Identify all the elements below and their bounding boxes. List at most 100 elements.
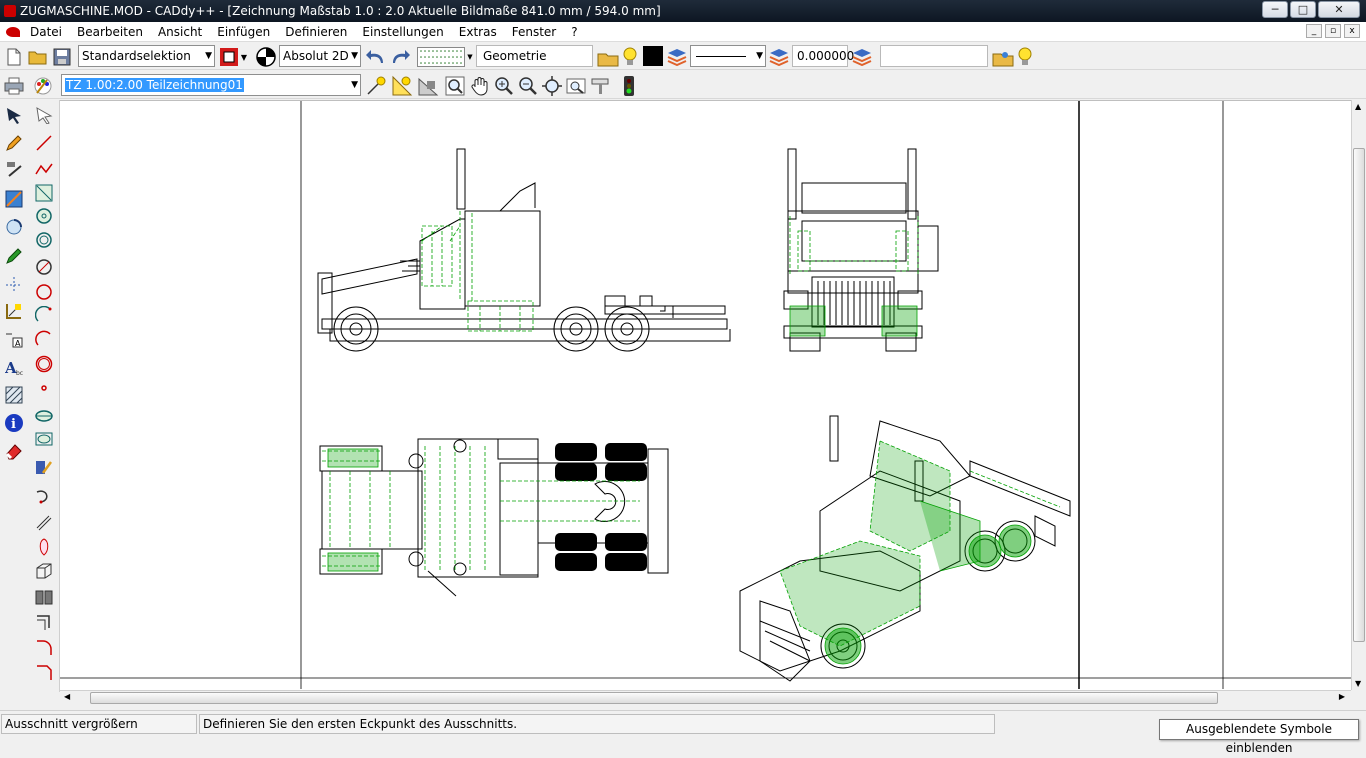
box-3d-icon[interactable] [33, 560, 55, 582]
arc-three-points-icon[interactable] [33, 328, 55, 350]
menu-extras[interactable]: Extras [459, 25, 497, 39]
eraser-icon[interactable] [3, 440, 25, 462]
select-arrow-icon[interactable] [3, 104, 25, 126]
layer-stack-icon[interactable] [851, 46, 873, 68]
selection-mode-value: Standardselektion [82, 49, 191, 63]
book-icon[interactable] [33, 586, 55, 608]
edit-pen-icon[interactable] [3, 245, 25, 267]
circle-three-points-icon[interactable] [33, 281, 55, 303]
snap-tool-icon[interactable] [365, 75, 387, 97]
menu-bearbeiten[interactable]: Bearbeiten [77, 25, 143, 39]
scroll-right-arrow-icon[interactable]: ▶ [1339, 692, 1345, 701]
chevron-down-icon[interactable]: ▼ [466, 46, 474, 68]
circle-red-icon[interactable] [33, 353, 55, 375]
pencil-icon[interactable] [3, 132, 25, 154]
measure-icon[interactable] [391, 75, 413, 97]
maximize-button[interactable]: □ [1290, 1, 1316, 18]
printer-icon[interactable] [3, 75, 25, 97]
selection-mode-select[interactable]: Standardselektion ▼ [78, 45, 215, 67]
shape-outline-icon[interactable] [33, 536, 55, 558]
grid-icon[interactable] [416, 46, 466, 68]
traffic-light-icon[interactable] [618, 75, 640, 97]
pan-hand-icon[interactable] [469, 75, 491, 97]
vertical-scroll-thumb[interactable] [1353, 148, 1365, 642]
circle-center-icon[interactable] [33, 205, 55, 227]
curve-icon[interactable] [33, 486, 55, 508]
menu-ansicht[interactable]: Ansicht [158, 25, 202, 39]
pointer-outline-icon[interactable] [33, 104, 55, 126]
circle-diameter-icon[interactable] [33, 256, 55, 278]
text-tool-icon[interactable]: Abc [3, 356, 25, 378]
parallel-lines-icon[interactable] [33, 512, 55, 534]
svg-text:bc: bc [16, 370, 23, 376]
ellipse-frame-icon[interactable] [33, 428, 55, 450]
selection-tool-icon[interactable] [218, 46, 240, 68]
modify-tools-icon[interactable] [3, 158, 25, 180]
concentric-circle-icon[interactable] [33, 229, 55, 251]
zoom-extents-icon[interactable] [541, 75, 563, 97]
drawing-canvas[interactable] [60, 100, 1351, 690]
redo-icon[interactable] [389, 46, 411, 68]
minimize-button[interactable]: ─ [1262, 1, 1288, 18]
text-frame-icon[interactable]: A [3, 328, 25, 350]
undo-icon[interactable] [365, 46, 387, 68]
hatch-icon[interactable] [3, 384, 25, 406]
menu-help[interactable]: ? [571, 25, 577, 39]
doc-restore-button[interactable]: ▫ [1325, 24, 1341, 38]
line-icon[interactable] [33, 132, 55, 154]
scroll-down-arrow-icon[interactable]: ▼ [1355, 679, 1361, 688]
horizontal-scrollbar[interactable]: ◀ ▶ [60, 690, 1351, 705]
scroll-up-arrow-icon[interactable]: ▲ [1355, 102, 1361, 111]
chevron-down-icon[interactable]: ▼ [238, 46, 250, 68]
coordinate-system-icon[interactable] [255, 46, 277, 68]
layer-stack-icon[interactable] [768, 46, 790, 68]
point-icon[interactable] [33, 377, 55, 399]
ellipse-icon[interactable] [33, 404, 55, 426]
zoom-in-icon[interactable] [493, 75, 515, 97]
menu-einfuegen[interactable]: Einfügen [217, 25, 270, 39]
group-manager-icon[interactable] [990, 46, 1036, 68]
menu-definieren[interactable]: Definieren [285, 25, 347, 39]
table-tool-icon[interactable] [417, 75, 439, 97]
polyline-icon[interactable] [33, 158, 55, 180]
color-swatch[interactable] [643, 46, 663, 66]
menu-datei[interactable]: Datei [30, 25, 62, 39]
doc-close-button[interactable]: x [1344, 24, 1360, 38]
chamfer-icon[interactable] [33, 662, 55, 684]
rectangle-icon[interactable] [33, 182, 55, 204]
menu-einstellungen[interactable]: Einstellungen [362, 25, 443, 39]
open-folder-icon[interactable] [27, 46, 49, 68]
document-menu-icon[interactable] [6, 27, 20, 37]
zoom-window-icon[interactable] [444, 75, 466, 97]
redraw-icon[interactable] [590, 75, 612, 97]
layer-name-field[interactable]: Geometrie [476, 45, 593, 67]
fillet-icon[interactable] [33, 637, 55, 659]
measure-tools-icon[interactable] [3, 300, 25, 322]
layer-manager-icon[interactable] [595, 46, 641, 68]
rotate-icon[interactable] [3, 216, 25, 238]
dimension-icon[interactable] [3, 274, 25, 296]
rectangle-tool-icon[interactable] [3, 188, 25, 210]
layer-stack-icon[interactable] [666, 46, 688, 68]
menu-fenster[interactable]: Fenster [512, 25, 557, 39]
doc-minimize-button[interactable]: _ [1306, 24, 1322, 38]
scroll-left-arrow-icon[interactable]: ◀ [64, 692, 70, 701]
horizontal-scroll-thumb[interactable] [90, 692, 1218, 704]
offset-icon[interactable] [33, 612, 55, 634]
linetype-select[interactable]: ▼ [690, 45, 766, 67]
zoom-previous-icon[interactable] [565, 75, 587, 97]
info-icon[interactable]: i [3, 412, 25, 434]
drawing-select[interactable]: TZ 1.00:2.00 Teilzeichnung01 ▼ [61, 74, 361, 96]
palette-icon[interactable] [32, 75, 54, 97]
arc-icon[interactable] [33, 304, 55, 326]
coord-mode-select[interactable]: Absolut 2D ▼ [279, 45, 361, 67]
zoom-out-icon[interactable] [517, 75, 539, 97]
menu-bar: Datei Bearbeiten Ansicht Einfügen Defini… [0, 22, 1366, 42]
group-field[interactable] [880, 45, 988, 67]
new-file-icon[interactable] [3, 46, 25, 68]
edit-text-icon[interactable] [33, 456, 55, 478]
vertical-scrollbar[interactable]: ▲ ▼ [1351, 100, 1366, 690]
close-button[interactable]: ✕ [1318, 1, 1360, 18]
line-width-field[interactable]: 0.000000 [792, 45, 854, 67]
save-icon[interactable] [51, 46, 73, 68]
